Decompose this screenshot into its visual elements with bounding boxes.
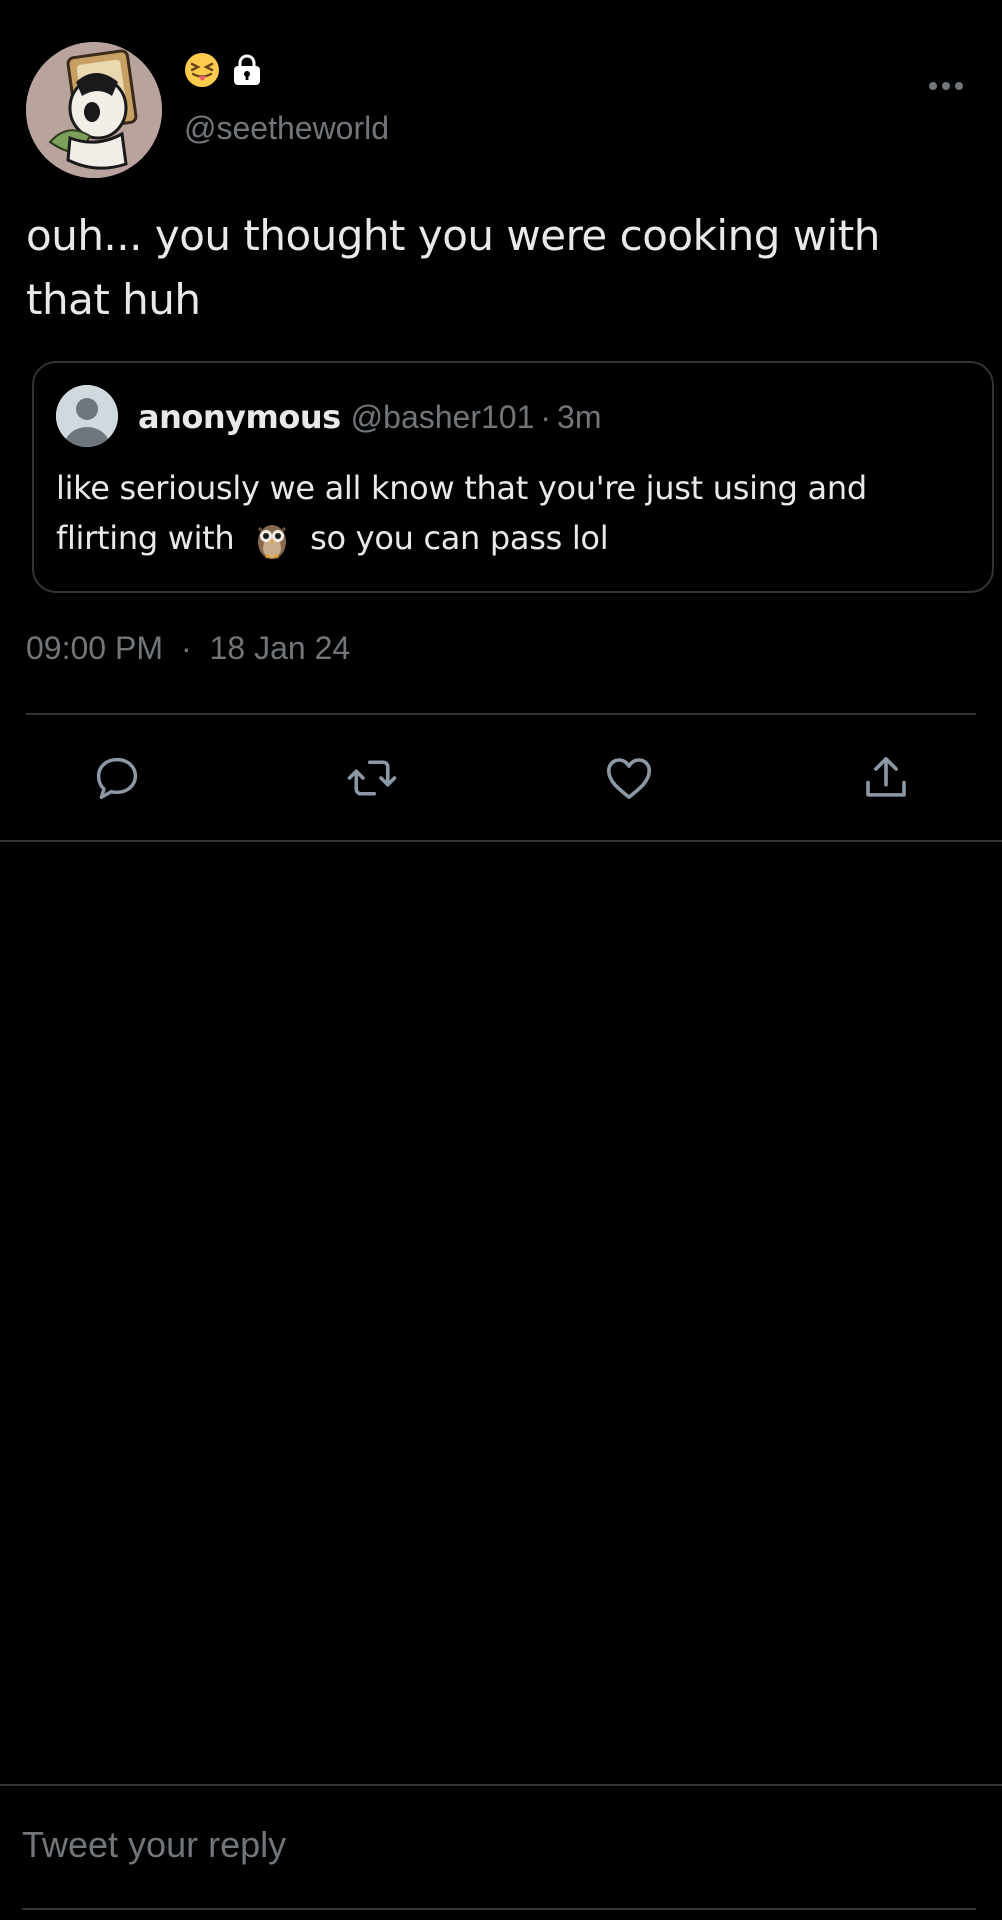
like-button[interactable] [599, 748, 659, 808]
tweet-date: 18 Jan 24 [209, 630, 351, 666]
timestamp-separator: · [180, 630, 192, 666]
retweet-button[interactable] [342, 748, 402, 808]
default-avatar-icon [56, 385, 118, 447]
quoted-handle: @basher101 [350, 399, 535, 435]
quoted-name: anonymous [138, 398, 341, 436]
quoted-separator: · [540, 399, 552, 435]
author-handle[interactable]: @seetheworld [184, 108, 389, 148]
reply-button[interactable] [87, 748, 147, 808]
quoted-header: anonymous @basher101 · 3m [138, 395, 601, 439]
quoted-text-part2: so you can pass lol [310, 519, 609, 557]
tweet-text: ouh... you thought you were cooking with… [26, 211, 880, 324]
author-avatar[interactable] [26, 42, 162, 178]
composer-underline [22, 1908, 976, 1910]
share-icon [866, 757, 906, 797]
reply-input[interactable] [0, 1786, 1002, 1904]
quoted-text: like seriously we all know that you're j… [56, 463, 956, 563]
retweet-icon [347, 760, 397, 796]
speech-bubble-icon [96, 757, 138, 800]
quoted-tweet-card[interactable]: anonymous @basher101 · 3m like seriously we… [32, 361, 994, 593]
share-button[interactable] [856, 748, 916, 808]
more-button[interactable] [920, 70, 972, 102]
squinting-tongue-face-emoji [184, 52, 220, 92]
heart-icon [606, 758, 652, 799]
divider-bottom [0, 840, 1002, 842]
tweet-time: 09:00 PM [26, 630, 163, 666]
tweet-timestamp[interactable]: 09:00 PM · 18 Jan 24 [26, 626, 350, 670]
quoted-avatar [56, 385, 118, 447]
owl-emoji [254, 520, 290, 560]
author-name-icons [184, 52, 264, 92]
divider-top [26, 713, 976, 715]
lock-icon [230, 53, 264, 91]
more-dots-icon [929, 82, 963, 90]
quoted-age: 3m [557, 399, 602, 435]
